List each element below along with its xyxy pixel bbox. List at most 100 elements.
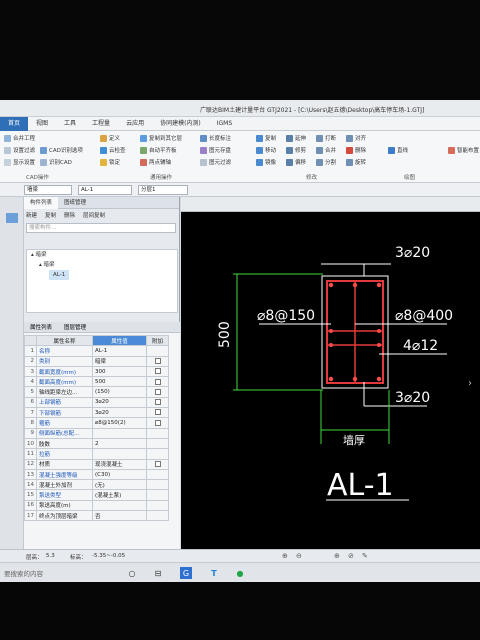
merge-button[interactable]: 合并 — [316, 145, 336, 155]
property-value[interactable]: 2 — [92, 437, 147, 450]
length-dimension-button[interactable]: 长度标注 — [200, 133, 231, 143]
tab-tools[interactable]: 工具 — [56, 117, 84, 131]
additional-checkbox[interactable] — [154, 378, 161, 385]
property-value[interactable] — [92, 448, 147, 460]
property-value[interactable]: 3⌀20 — [92, 396, 147, 409]
cad-recognize-options-button[interactable]: CAD识别选项 — [40, 145, 83, 155]
lock-button[interactable]: 锁定 — [100, 157, 126, 167]
property-value[interactable]: 暗梁 — [92, 355, 147, 367]
layer-select[interactable]: 分层1 — [138, 185, 188, 195]
additional-checkbox[interactable] — [154, 409, 161, 416]
delete-component-button[interactable]: 删除 — [64, 211, 75, 219]
property-value[interactable]: AL-1 — [92, 345, 147, 357]
rotate-button[interactable]: 旋转 — [346, 157, 366, 167]
align-button[interactable]: 对齐 — [346, 133, 366, 143]
additional-checkbox[interactable] — [154, 399, 161, 406]
copy-component-button[interactable]: 复制 — [45, 211, 56, 219]
property-row[interactable]: 17 终点为顶层暗梁否 — [24, 510, 169, 522]
t-app-icon[interactable]: T — [208, 567, 220, 579]
tree-child[interactable]: ▴ 暗梁 — [27, 260, 177, 270]
property-value[interactable]: 现浇混凝土 — [92, 458, 147, 470]
property-row[interactable]: 10 肢数 2 — [24, 437, 169, 450]
drawing-canvas[interactable]: 3⌀20 ⌀8@150 ⌀8@400 4⌀12 3⌀20 500 墙厚 AL-1 — [181, 212, 480, 549]
property-row[interactable]: 11 拉筋 — [24, 448, 169, 460]
property-value[interactable] — [92, 427, 147, 439]
tab-layer-management[interactable]: 图层管理 — [58, 323, 92, 331]
undo-icon[interactable]: ⊘ — [348, 552, 354, 560]
element-save-button[interactable]: 图元存盘 — [200, 145, 231, 155]
smart-layout-button[interactable]: 智能布置 — [448, 145, 479, 155]
display-settings-button[interactable]: 显示设置 — [4, 157, 35, 167]
tab-view[interactable]: 视图 — [28, 117, 56, 131]
property-row[interactable]: 7 下部钢筋 3⌀20 — [24, 407, 169, 419]
chevron-right-icon[interactable]: › — [468, 378, 472, 389]
property-row[interactable]: 3 截面宽度(mm) 300 — [24, 365, 169, 378]
property-row[interactable]: 2 类别 暗梁 — [24, 355, 169, 367]
property-value[interactable]: (150) — [92, 386, 147, 398]
list-view-icon[interactable] — [6, 213, 18, 223]
merge-project-button[interactable]: 合并工程 — [4, 133, 35, 143]
property-row[interactable]: 13 混凝土强度等级 (C30) — [24, 468, 169, 481]
copy-to-floor-button[interactable]: 复制到其它层 — [140, 133, 182, 143]
property-value[interactable]: (C30) — [92, 468, 147, 481]
floor-copy-button[interactable]: 层间复制 — [83, 211, 105, 219]
trim-button[interactable]: 修剪 — [286, 145, 306, 155]
tab-drawing-management[interactable]: 图纸管理 — [58, 197, 92, 209]
additional-checkbox[interactable] — [154, 357, 161, 364]
zoom-fit-icon[interactable]: ⊕ — [334, 552, 340, 560]
break-button[interactable]: 打断 — [316, 133, 336, 143]
cloud-check-button[interactable]: 云检查 — [100, 145, 126, 155]
additional-checkbox[interactable] — [154, 368, 161, 375]
wechat-icon[interactable]: ● — [234, 567, 246, 579]
property-row[interactable]: 1 名称 AL-1 — [24, 345, 169, 357]
additional-checkbox[interactable] — [154, 388, 161, 395]
property-row[interactable]: 15 泵送类型 (混凝土泵) — [24, 489, 169, 501]
property-row[interactable]: 9 侧面纵筋(总配... — [24, 427, 169, 439]
extend-button[interactable]: 延伸 — [286, 133, 306, 143]
property-row[interactable]: 16 泵送高度(m) — [24, 499, 169, 512]
tab-quantity[interactable]: 工程量 — [84, 117, 118, 131]
property-row[interactable]: 4 截面高度(mm) 500 — [24, 376, 169, 388]
property-row[interactable]: 14 混凝土外加剂 (无) — [24, 479, 169, 491]
element-select[interactable]: AL-1 — [78, 185, 132, 195]
mirror-button[interactable]: 镜像 — [256, 157, 276, 167]
additional-checkbox[interactable] — [154, 419, 161, 426]
recognize-cad-button[interactable]: 识别CAD — [40, 157, 83, 167]
element-filter-button[interactable]: 图元过滤 — [200, 157, 231, 167]
delete-button[interactable]: 删除 — [346, 145, 366, 155]
line-button[interactable]: 直线 — [388, 145, 408, 155]
component-search-input[interactable]: 搜索构件... — [26, 223, 176, 233]
property-row[interactable]: 12 材质 现浇混凝土 — [24, 458, 169, 470]
floor-select[interactable]: 墙梁 — [24, 185, 72, 195]
define-button[interactable]: 定义 — [100, 133, 126, 143]
property-value[interactable]: 否 — [92, 510, 147, 522]
property-value[interactable]: (混凝土泵) — [92, 489, 147, 501]
two-point-axis-button[interactable]: 两点辅轴 — [140, 157, 182, 167]
tab-igms[interactable]: IGMS — [209, 117, 240, 131]
task-view-icon[interactable]: ⊟ — [152, 567, 164, 579]
move-button[interactable]: 移动 — [256, 145, 276, 155]
tree-leaf-al-1[interactable]: AL-1 — [27, 270, 177, 280]
tab-cloud[interactable]: 云应用 — [118, 117, 152, 131]
tab-component-list[interactable]: 构件列表 — [24, 196, 59, 209]
property-value[interactable]: 300 — [92, 365, 147, 378]
split-button[interactable]: 分割 — [316, 157, 336, 167]
property-row[interactable]: 5 轴线距梁左边... (150) — [24, 386, 169, 398]
additional-checkbox[interactable] — [154, 460, 161, 467]
gtj-app-icon[interactable]: G — [180, 567, 192, 579]
property-value[interactable]: 500 — [92, 376, 147, 388]
cortana-icon[interactable]: ○ — [126, 567, 138, 579]
copy-button[interactable]: 复制 — [256, 133, 276, 143]
zoom-out-icon[interactable]: ⊖ — [296, 552, 302, 560]
tab-home[interactable]: 首页 — [0, 116, 29, 131]
property-value[interactable]: 3⌀20 — [92, 407, 147, 419]
tree-root[interactable]: ▴ 暗梁 — [27, 250, 177, 260]
new-button[interactable]: 新建 — [26, 211, 37, 219]
offset-button[interactable]: 偏移 — [286, 157, 306, 167]
tab-collab[interactable]: 协同建模(内测) — [152, 117, 209, 131]
property-row[interactable]: 6 上部钢筋 3⌀20 — [24, 396, 169, 409]
pencil-icon[interactable]: ✎ — [362, 552, 368, 560]
zoom-in-icon[interactable]: ⊕ — [282, 552, 288, 560]
property-value[interactable]: ⌀8@150(2) — [92, 417, 147, 429]
property-value[interactable]: (无) — [92, 479, 147, 491]
